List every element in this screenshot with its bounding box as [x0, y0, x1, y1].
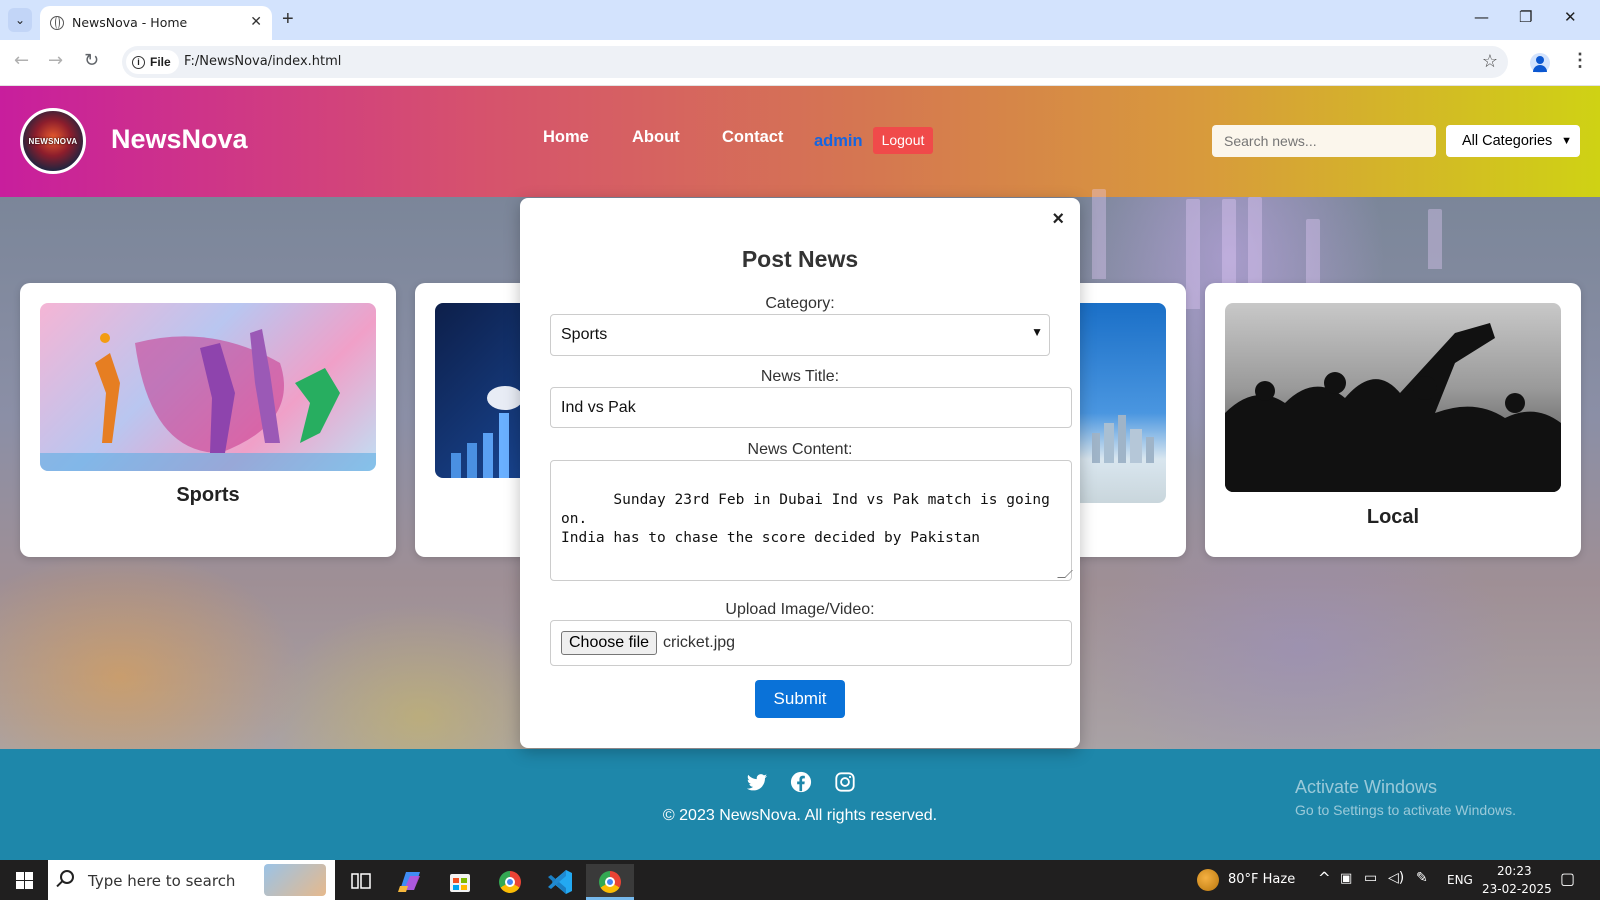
profile-icon[interactable] — [1530, 53, 1550, 73]
weather-icon[interactable] — [1197, 869, 1219, 891]
category-card-sports[interactable]: Sports — [20, 283, 396, 557]
forward-icon[interactable]: → — [48, 50, 63, 71]
back-icon[interactable]: ← — [14, 50, 29, 71]
background-bar — [1428, 209, 1442, 269]
chrome-logo — [499, 871, 521, 893]
clock-time[interactable]: 20:23 — [1497, 864, 1532, 878]
admin-link[interactable]: admin — [814, 132, 863, 151]
card-label-local: Local — [1366, 506, 1420, 528]
chrome-icon[interactable] — [486, 864, 534, 900]
upload-label: Upload Image/Video: — [725, 601, 875, 618]
chrome-active-icon[interactable] — [586, 864, 634, 900]
logo-text: NEWSNOVA — [28, 137, 78, 146]
resize-handle-icon[interactable] — [1057, 570, 1073, 578]
nav-about[interactable]: About — [632, 128, 680, 147]
url-text[interactable]: F:/NewsNova/index.html — [184, 54, 341, 69]
pen-icon[interactable]: ✎ — [1416, 870, 1428, 886]
activate-windows-subtitle: Go to Settings to activate Windows. — [1295, 802, 1516, 818]
windows-start-icon[interactable] — [16, 872, 33, 889]
tab-title: NewsNova - Home — [72, 15, 188, 30]
card-label-sports: Sports — [176, 484, 240, 506]
close-tab-icon[interactable]: ✕ — [250, 13, 262, 30]
site-info-chip[interactable]: i File — [126, 50, 179, 74]
browser-menu-icon[interactable]: ⋮ — [1571, 50, 1589, 71]
chevron-down-icon: ▼ — [1031, 325, 1043, 339]
background-bar — [1186, 199, 1200, 309]
background-bar — [1092, 189, 1106, 279]
local-crowd-graphic — [1225, 323, 1561, 492]
tray-chevron-up-icon[interactable]: ^ — [1318, 869, 1331, 887]
network-icon[interactable]: ▭ — [1364, 870, 1377, 886]
page-content: NEWSNOVA NewsNova Home About Contact adm… — [0, 86, 1600, 860]
brand-name[interactable]: NewsNova — [111, 124, 248, 155]
choose-file-button[interactable]: Choose file — [561, 631, 658, 655]
bookmark-star-icon[interactable]: ☆ — [1482, 51, 1498, 72]
local-image — [1225, 303, 1561, 492]
weather-text[interactable]: 80°F Haze — [1228, 872, 1295, 887]
file-upload-field[interactable]: Choose file cricket.jpg — [550, 620, 1072, 666]
news-title-label: News Title: — [760, 368, 840, 385]
category-card-local[interactable]: Local — [1205, 283, 1581, 557]
category-filter-value: All Categories — [1462, 133, 1553, 149]
activate-windows-watermark: Activate Windows Go to Settings to activ… — [1295, 777, 1516, 818]
news-content-text: Sunday 23rd Feb in Dubai Ind vs Pak matc… — [561, 492, 1050, 546]
news-content-label: News Content: — [747, 441, 853, 458]
task-view-icon[interactable] — [336, 864, 384, 900]
windows-taskbar: Type here to search 80°F Haze ^ ▣ ▭ ◁) ✎… — [0, 860, 1600, 900]
taskbar-search-box[interactable]: Type here to search — [48, 860, 335, 900]
browser-tab-strip: ⌄ NewsNova - Home ✕ + — ❐ ✕ — [0, 0, 1600, 40]
microsoft-store-icon[interactable] — [436, 864, 484, 900]
minimize-icon[interactable]: — — [1474, 8, 1489, 26]
globe-icon — [50, 16, 64, 30]
language-indicator[interactable]: ENG — [1447, 873, 1473, 887]
sports-image — [40, 303, 376, 471]
restore-icon[interactable]: ❐ — [1519, 8, 1532, 26]
logout-button[interactable]: Logout — [873, 127, 933, 154]
site-chip-label: File — [150, 55, 171, 69]
twitter-icon[interactable] — [746, 771, 768, 793]
category-value: Sports — [561, 326, 608, 343]
chevron-down-icon: ▼ — [1561, 135, 1572, 147]
search-highlight-image — [264, 864, 326, 896]
browser-toolbar: ← → ↻ i File F:/NewsNova/index.html ☆ ⋮ — [0, 40, 1600, 86]
modal-title: Post News — [741, 246, 859, 272]
activate-windows-title: Activate Windows — [1295, 777, 1438, 797]
search-icon — [60, 870, 74, 884]
copilot-icon[interactable] — [386, 864, 434, 900]
new-tab-button[interactable]: + — [282, 8, 294, 30]
clock-date[interactable]: 23-02-2025 — [1482, 882, 1552, 896]
news-title-input[interactable]: Ind vs Pak — [550, 387, 1072, 428]
vscode-icon[interactable] — [536, 864, 584, 900]
category-select[interactable]: Sports ▼ — [550, 314, 1050, 356]
instagram-icon[interactable] — [834, 771, 856, 793]
address-bar[interactable]: i File F:/NewsNova/index.html ☆ — [122, 46, 1508, 78]
info-icon: i — [132, 55, 145, 69]
tab-search-button[interactable]: ⌄ — [8, 8, 32, 32]
category-label: Category: — [765, 295, 835, 312]
news-content-textarea[interactable]: Sunday 23rd Feb in Dubai Ind vs Pak matc… — [550, 460, 1073, 581]
site-logo[interactable]: NEWSNOVA — [20, 108, 86, 174]
post-news-modal: × Post News Category: Sports ▼ News Titl… — [520, 198, 1080, 748]
taskbar-search-placeholder: Type here to search — [88, 872, 236, 890]
reload-icon[interactable]: ↻ — [84, 50, 99, 71]
submit-button[interactable]: Submit — [755, 680, 845, 718]
chrome-logo — [599, 871, 621, 893]
close-window-icon[interactable]: ✕ — [1564, 8, 1577, 26]
volume-icon[interactable]: ◁) — [1388, 870, 1404, 886]
category-filter-select[interactable]: All Categories ▼ — [1446, 125, 1580, 157]
nav-home[interactable]: Home — [543, 128, 589, 147]
search-input[interactable] — [1212, 125, 1436, 157]
sports-illustration — [40, 329, 376, 471]
meet-icon[interactable]: ▣ — [1340, 871, 1352, 886]
browser-tab[interactable]: NewsNova - Home ✕ — [40, 6, 272, 40]
site-header: NEWSNOVA NewsNova Home About Contact adm… — [0, 86, 1600, 197]
notification-icon[interactable]: ▢ — [1560, 869, 1575, 888]
facebook-icon[interactable] — [790, 771, 812, 793]
selected-file-name: cricket.jpg — [663, 634, 736, 651]
site-footer: © 2023 NewsNova. All rights reserved. Ac… — [0, 749, 1600, 860]
nav-contact[interactable]: Contact — [722, 128, 783, 147]
close-icon[interactable]: × — [1052, 208, 1064, 231]
